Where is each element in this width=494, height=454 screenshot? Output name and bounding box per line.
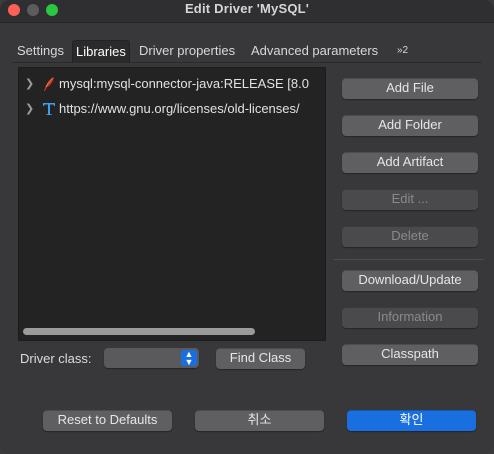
maven-feather-icon — [41, 76, 57, 92]
tab-settings[interactable]: Settings — [17, 40, 64, 62]
edit-driver-dialog: Edit Driver 'MySQL' Settings Libraries D… — [0, 0, 494, 454]
information-button[interactable]: Information — [342, 307, 478, 328]
library-label: https://www.gnu.org/licenses/old-license… — [59, 101, 300, 116]
library-tree[interactable]: ❯ mysql:mysql-connector-java:RELEASE [8.… — [18, 67, 326, 341]
driver-class-label: Driver class: — [20, 351, 92, 366]
add-folder-button[interactable]: Add Folder — [342, 115, 478, 136]
download-update-button[interactable]: Download/Update — [342, 270, 478, 291]
classpath-button[interactable]: Classpath — [342, 344, 478, 365]
cancel-button[interactable]: 취소 — [195, 410, 324, 431]
tab-driver-properties[interactable]: Driver properties — [139, 40, 235, 62]
delete-button[interactable]: Delete — [342, 226, 478, 247]
reset-to-defaults-button[interactable]: Reset to Defaults — [43, 410, 172, 431]
add-artifact-button[interactable]: Add Artifact — [342, 152, 478, 173]
tab-advanced-parameters[interactable]: Advanced parameters — [251, 40, 378, 62]
libraries-panel: ❯ mysql:mysql-connector-java:RELEASE [8.… — [12, 62, 484, 379]
driver-class-select[interactable]: ▲ ▼ — [104, 348, 199, 368]
button-divider — [334, 259, 484, 260]
library-label: mysql:mysql-connector-java:RELEASE [8.0 — [59, 76, 309, 91]
find-class-button[interactable]: Find Class — [216, 348, 305, 369]
tab-bar: Settings Libraries Driver properties Adv… — [12, 40, 482, 63]
library-item[interactable]: ❯ mysql:mysql-connector-java:RELEASE [8.… — [19, 74, 325, 94]
edit-button[interactable]: Edit ... — [342, 189, 478, 210]
ok-button[interactable]: 확인 — [347, 410, 476, 431]
chevron-right-icon[interactable]: ❯ — [25, 99, 34, 119]
add-file-button[interactable]: Add File — [342, 78, 478, 99]
license-text-icon — [41, 101, 57, 117]
tab-overflow-chevron[interactable]: »2 — [397, 40, 408, 62]
horizontal-scrollbar[interactable] — [23, 328, 255, 335]
chevron-right-icon[interactable]: ❯ — [25, 74, 34, 94]
title-bar: Edit Driver 'MySQL' — [0, 0, 494, 23]
library-item[interactable]: ❯ https://www.gnu.org/licenses/old-licen… — [19, 99, 325, 119]
tab-libraries[interactable]: Libraries — [72, 40, 130, 63]
window-title: Edit Driver 'MySQL' — [184, 1, 310, 16]
chevron-up-down-icon[interactable]: ▲ ▼ — [181, 350, 197, 367]
